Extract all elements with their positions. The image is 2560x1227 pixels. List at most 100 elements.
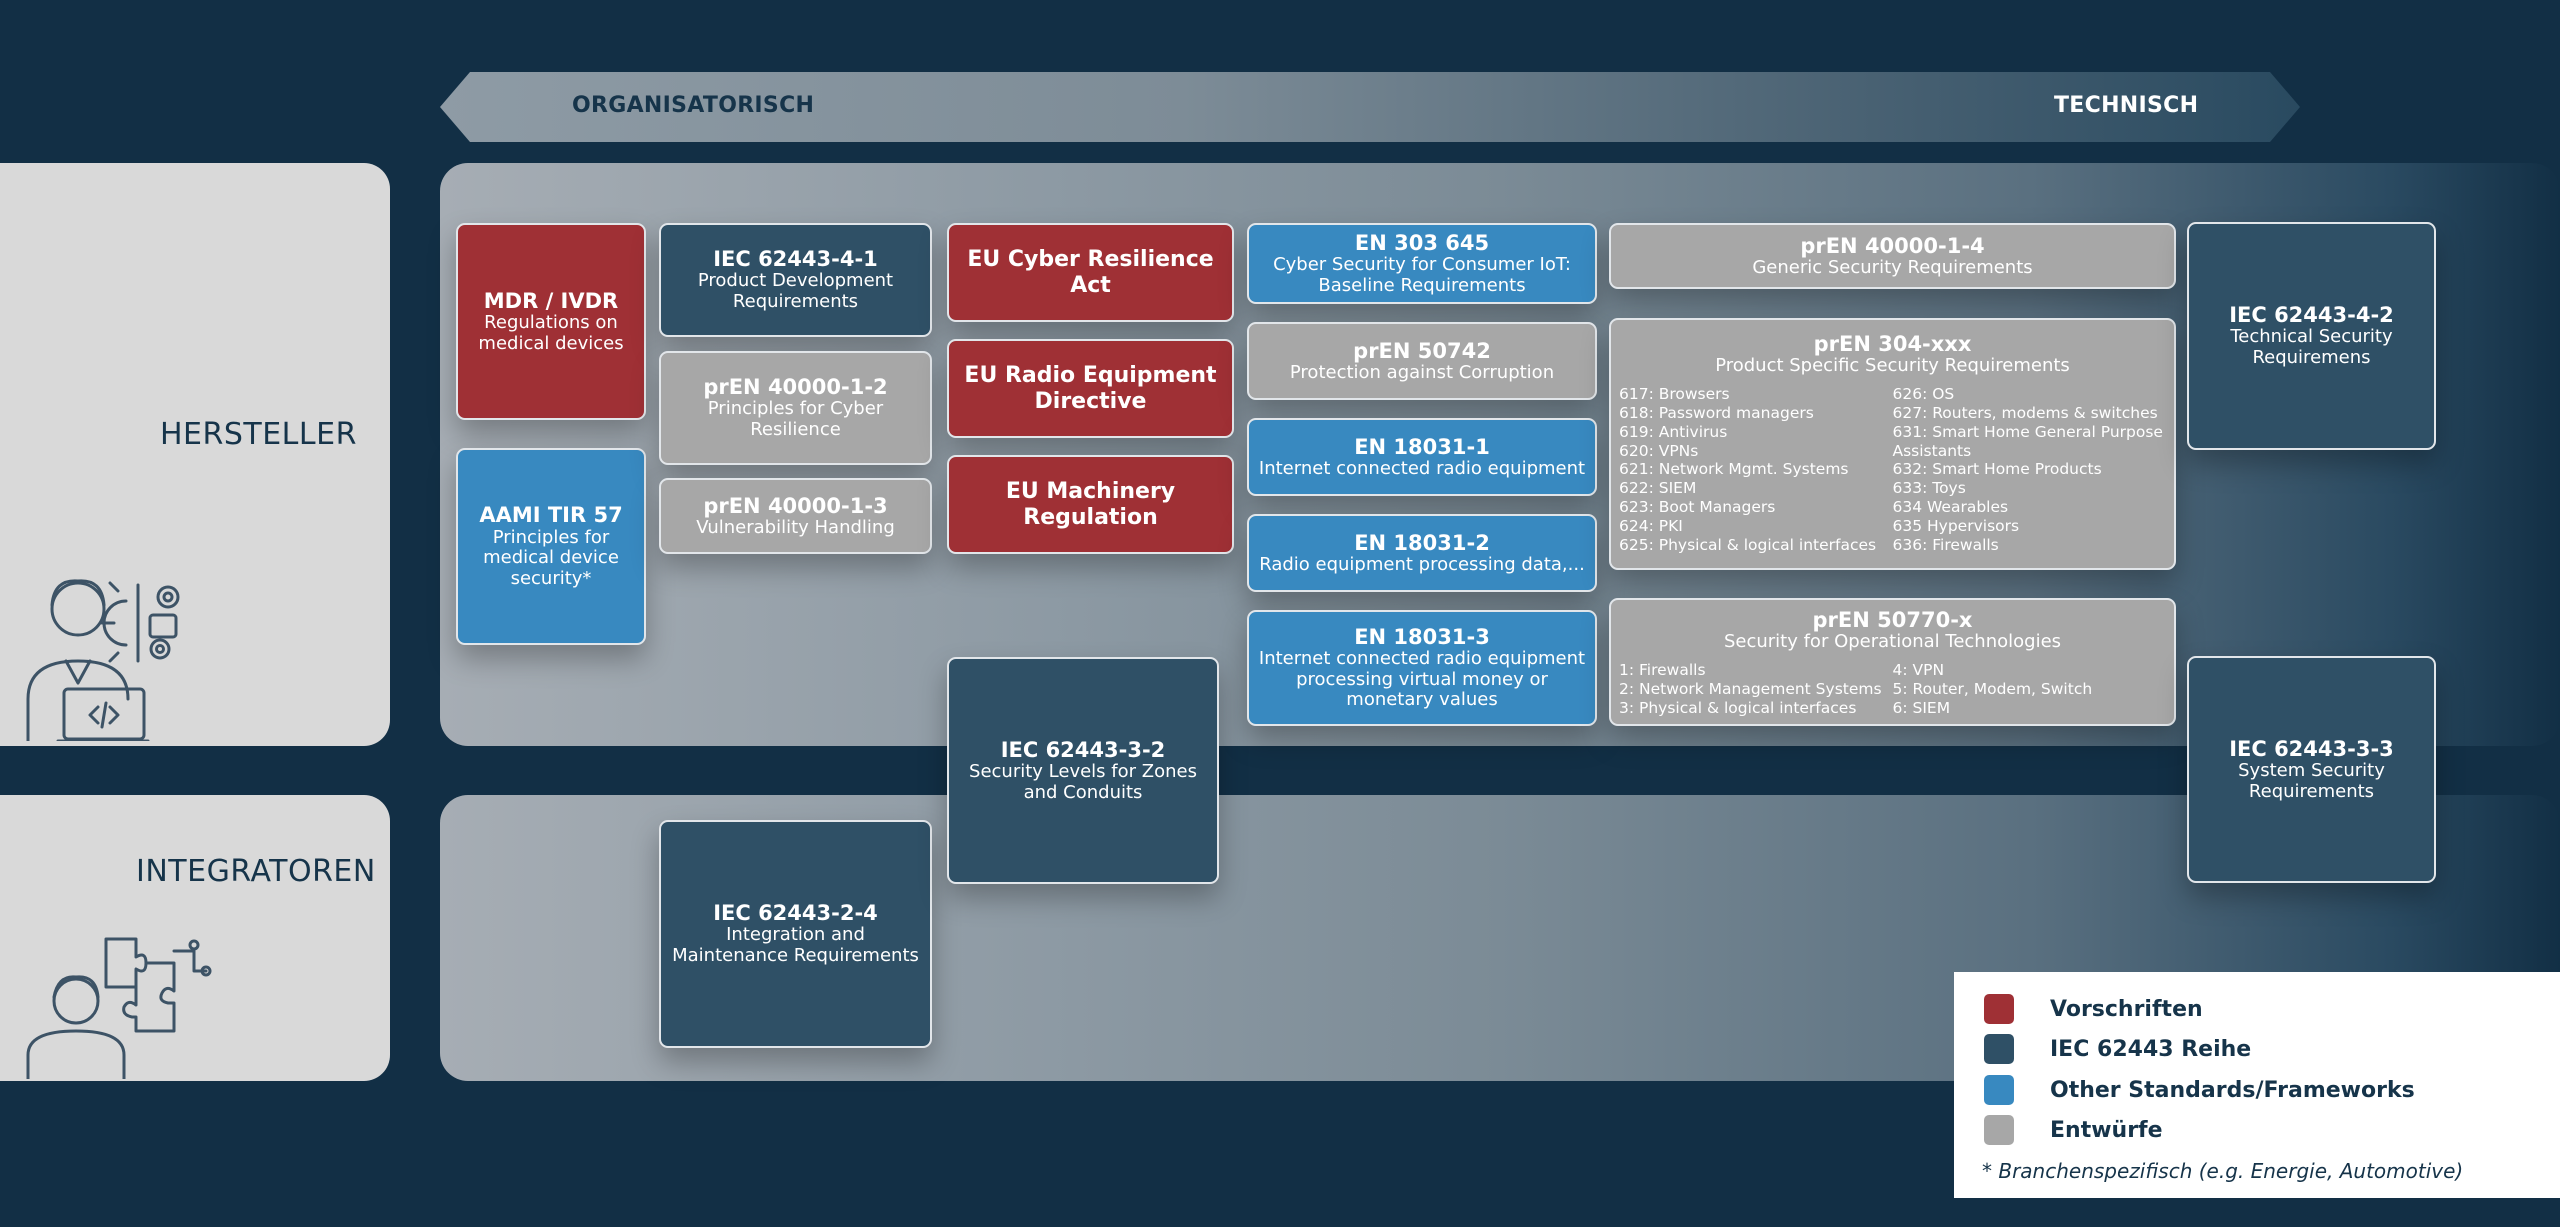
- box-subtitle: Technical Security Requiremens: [2230, 326, 2393, 369]
- legend-label: Vorschriften: [2050, 996, 2203, 1022]
- standard-box-iec-62443-3-2[interactable]: IEC 62443-3-2 Security Levels for Zones …: [947, 657, 1219, 884]
- standard-box-en-18031-2[interactable]: EN 18031-2 Radio equipment processing da…: [1247, 514, 1597, 592]
- box-subtitle: Cyber Security for Consumer IoT: Baselin…: [1273, 253, 1571, 296]
- box-title: IEC 62443-2-4: [713, 901, 878, 926]
- legend-item-vorschriften: Vorschriften: [1984, 994, 2203, 1024]
- integratoren-panel: INTEGRATOREN: [0, 795, 390, 1081]
- arrow-label-technisch: TECHNISCH: [2054, 93, 2199, 118]
- box-subtitle: Security for Operational Technologies: [1723, 631, 2062, 653]
- list-item: 625: Physical & logical interfaces: [1619, 536, 1877, 555]
- list-item: 619: Antivirus: [1619, 422, 1728, 441]
- developer-person-icon: [18, 561, 208, 741]
- role-label-hersteller: HERSTELLER: [160, 417, 357, 452]
- box-subtitle: Radio equipment processing data,...: [1259, 553, 1585, 575]
- puzzle-person-icon: [24, 931, 214, 1079]
- standard-box-eu-radio-equipment-directive[interactable]: EU Radio Equipment Directive: [947, 339, 1234, 438]
- list-item: 3: Physical & logical interfaces: [1619, 698, 1857, 717]
- box-title: prEN 40000-1-2: [703, 375, 888, 400]
- list-item: 623: Boot Managers: [1619, 498, 1776, 517]
- list-item: 634 Wearables: [1892, 498, 2009, 517]
- box-subtitle: Product Specific Security Requirements: [1715, 355, 2070, 377]
- list-item: 635 Hypervisors: [1892, 517, 2020, 536]
- box-subtitle: Principles for medical device security*: [483, 526, 619, 589]
- legend-label: IEC 62443 Reihe: [2050, 1036, 2252, 1062]
- list-item: 618: Password managers: [1619, 403, 1814, 422]
- box-title: EU Cyber Resilience Act: [967, 247, 1214, 298]
- legend-label: Entwürfe: [2050, 1117, 2163, 1143]
- box-title: IEC 62443-4-1: [713, 247, 878, 272]
- standard-box-iec-62443-4-1[interactable]: IEC 62443-4-1 Product Development Requir…: [659, 223, 932, 337]
- legend-swatch: [1984, 1034, 2014, 1064]
- box-title: EU Machinery Regulation: [1005, 479, 1176, 530]
- box-title: prEN 40000-1-4: [1800, 233, 1985, 258]
- box-title: IEC 62443-3-3: [2229, 736, 2394, 761]
- box-subtitle: Principles for Cyber Resilience: [707, 398, 884, 441]
- box-subtitle: Internet connected radio equipment proce…: [1258, 648, 1586, 711]
- ot-right-column: 4: VPN 5: Router, Modem, Switch 6: SIEM: [1893, 661, 2167, 718]
- list-item: 627: Routers, modems & switches: [1892, 403, 2158, 422]
- standard-box-en-18031-1[interactable]: EN 18031-1 Internet connected radio equi…: [1247, 418, 1597, 496]
- box-title: EN 18031-3: [1354, 624, 1490, 649]
- box-title: EU Radio Equipment Directive: [964, 363, 1217, 414]
- standard-box-en-303-645[interactable]: EN 303 645 Cyber Security for Consumer I…: [1247, 223, 1597, 304]
- legend-item-other-standards: Other Standards/Frameworks: [1984, 1075, 2415, 1105]
- box-title: prEN 50770-x: [1812, 608, 1973, 632]
- legend-item-iec-62443: IEC 62443 Reihe: [1984, 1034, 2251, 1064]
- list-item: 617: Browsers: [1619, 384, 1730, 403]
- standard-box-aami-tir-57[interactable]: AAMI TIR 57 Principles for medical devic…: [456, 448, 646, 645]
- list-item: 1: Firewalls: [1619, 660, 1706, 679]
- list-item: 626: OS: [1892, 384, 1955, 403]
- list-item: 6: SIEM: [1892, 698, 1951, 717]
- box-title: IEC 62443-3-2: [1000, 737, 1166, 762]
- box-subtitle: System Security Requirements: [2238, 759, 2385, 802]
- standard-box-pren-50742[interactable]: prEN 50742 Protection against Corruption: [1247, 322, 1597, 400]
- standard-box-eu-machinery-regulation[interactable]: EU Machinery Regulation: [947, 455, 1234, 554]
- legend-swatch: [1984, 1075, 2014, 1105]
- box-subtitle-2: and Conduits: [1023, 781, 1143, 803]
- box-title: prEN 50742: [1353, 338, 1491, 363]
- standard-box-pren-40000-1-2[interactable]: prEN 40000-1-2 Principles for Cyber Resi…: [659, 351, 932, 465]
- legend-label: Other Standards/Frameworks: [2050, 1077, 2415, 1103]
- standard-box-en-18031-3[interactable]: EN 18031-3 Internet connected radio equi…: [1247, 610, 1597, 726]
- list-item: 5: Router, Modem, Switch: [1892, 679, 2093, 698]
- list-item: 632: Smart Home Products: [1892, 460, 2102, 479]
- hersteller-panel: HERSTELLER: [0, 163, 390, 746]
- categories-right-column: 626: OS 627: Routers, modems & switches …: [1893, 385, 2167, 555]
- legend-swatch: [1984, 994, 2014, 1024]
- standard-box-iec-62443-2-4[interactable]: IEC 62443-2-4 Integration and Maintenanc…: [659, 820, 932, 1048]
- standard-box-pren-40000-1-3[interactable]: prEN 40000-1-3 Vulnerability Handling: [659, 478, 932, 554]
- list-item: 620: VPNs: [1619, 441, 1699, 460]
- list-item: 636: Firewalls: [1892, 536, 1999, 555]
- standard-box-pren-304-xxx[interactable]: prEN 304-xxx Product Specific Security R…: [1609, 318, 2176, 570]
- box-subtitle: Product Development Requirements: [697, 270, 894, 313]
- ot-categories-list: 1: Firewalls 2: Network Management Syste…: [1617, 661, 2168, 718]
- standard-box-mdr-ivdr[interactable]: MDR / IVDR Regulations on medical device…: [456, 223, 646, 420]
- list-item: 624: PKI: [1619, 517, 1683, 536]
- box-subtitle: Security Levels for Zones: [969, 760, 1197, 782]
- role-label-integratoren: INTEGRATOREN: [136, 854, 376, 889]
- box-subtitle: Protection against Corruption: [1289, 361, 1555, 383]
- list-item: 621: Network Mgmt. Systems: [1619, 460, 1849, 479]
- box-subtitle: Generic Security Requirements: [1752, 256, 2033, 278]
- list-item: 4: VPN: [1892, 660, 1945, 679]
- standard-box-eu-cyber-resilience-act[interactable]: EU Cyber Resilience Act: [947, 223, 1234, 322]
- ot-left-column: 1: Firewalls 2: Network Management Syste…: [1619, 661, 1893, 718]
- legend-item-entwuerfe: Entwürfe: [1984, 1115, 2163, 1145]
- box-title: EN 18031-1: [1354, 434, 1490, 459]
- arrow-label-organisatorisch: ORGANISATORISCH: [572, 93, 815, 118]
- list-item: 2: Network Management Systems: [1619, 679, 1882, 698]
- list-item: 633: Toys: [1892, 479, 1966, 498]
- box-subtitle: Vulnerability Handling: [696, 516, 895, 538]
- standard-box-iec-62443-4-2[interactable]: IEC 62443-4-2 Technical Security Require…: [2187, 222, 2436, 450]
- box-subtitle: Regulations on medical devices: [478, 311, 624, 354]
- box-title: prEN 40000-1-3: [703, 493, 888, 518]
- standard-box-pren-40000-1-4[interactable]: prEN 40000-1-4 Generic Security Requirem…: [1609, 223, 2176, 289]
- box-title: EN 18031-2: [1354, 530, 1490, 555]
- list-item: 622: SIEM: [1619, 479, 1697, 498]
- categories-left-column: 617: Browsers 618: Password managers 619…: [1619, 385, 1893, 555]
- list-item: 631: Smart Home General Purpose Assistan…: [1892, 422, 2163, 460]
- standard-box-iec-62443-3-3[interactable]: IEC 62443-3-3 System Security Requiremen…: [2187, 656, 2436, 883]
- product-categories-list: 617: Browsers 618: Password managers 619…: [1617, 385, 2168, 555]
- standard-box-pren-50770-x[interactable]: prEN 50770-x Security for Operational Te…: [1609, 598, 2176, 726]
- legend: Vorschriften IEC 62443 Reihe Other Stand…: [1954, 972, 2560, 1198]
